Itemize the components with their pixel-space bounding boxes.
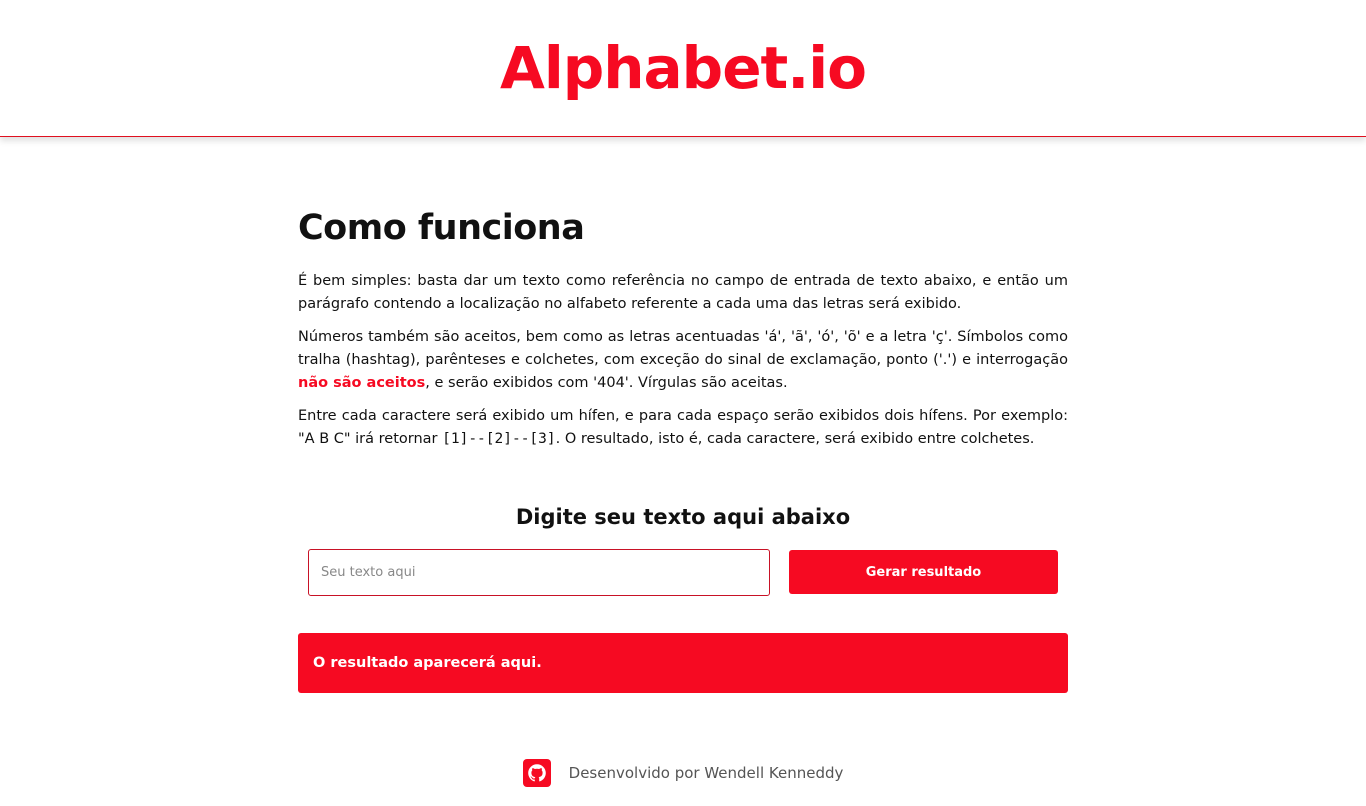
footer-credit: Desenvolvido por Wendell Kenneddy bbox=[568, 764, 844, 782]
not-accepted-highlight: não são aceitos bbox=[298, 375, 426, 391]
example-output-code: [1]--[2]--[3] bbox=[442, 431, 556, 447]
paragraph-accepted-text-a: Números também são aceitos, bem como as … bbox=[298, 329, 1068, 368]
result-text: O resultado aparecerá aqui. bbox=[313, 655, 542, 671]
paragraph-accepted-characters: Números também são aceitos, bem como as … bbox=[298, 326, 1068, 395]
how-it-works-section: Como funciona É bem simples: basta dar u… bbox=[298, 204, 1068, 461]
input-section-title: Digite seu texto aqui abaixo bbox=[515, 505, 851, 529]
text-input[interactable] bbox=[321, 550, 757, 595]
section-title: Como funciona bbox=[298, 208, 585, 248]
paragraph-accepted-text-b: , e serão exibidos com '404'. Vírgulas s… bbox=[425, 375, 788, 391]
text-input-container[interactable] bbox=[308, 549, 770, 596]
paragraph-format-text-b: . O resultado, isto é, cada caractere, s… bbox=[555, 431, 1035, 447]
paragraph-format-example: Entre cada caractere será exibido um híf… bbox=[298, 405, 1068, 451]
page-header: Alphabet.io bbox=[0, 0, 1366, 137]
page-footer: Desenvolvido por Wendell Kenneddy bbox=[0, 754, 1366, 792]
github-icon[interactable] bbox=[522, 759, 551, 787]
site-logo: Alphabet.io bbox=[499, 34, 867, 102]
paragraph-intro-text: É bem simples: basta dar um texto como r… bbox=[298, 273, 1068, 312]
result-box: O resultado aparecerá aqui. bbox=[298, 633, 1068, 693]
generate-result-button[interactable]: Gerar resultado bbox=[789, 550, 1058, 594]
paragraph-intro: É bem simples: basta dar um texto como r… bbox=[298, 270, 1068, 316]
